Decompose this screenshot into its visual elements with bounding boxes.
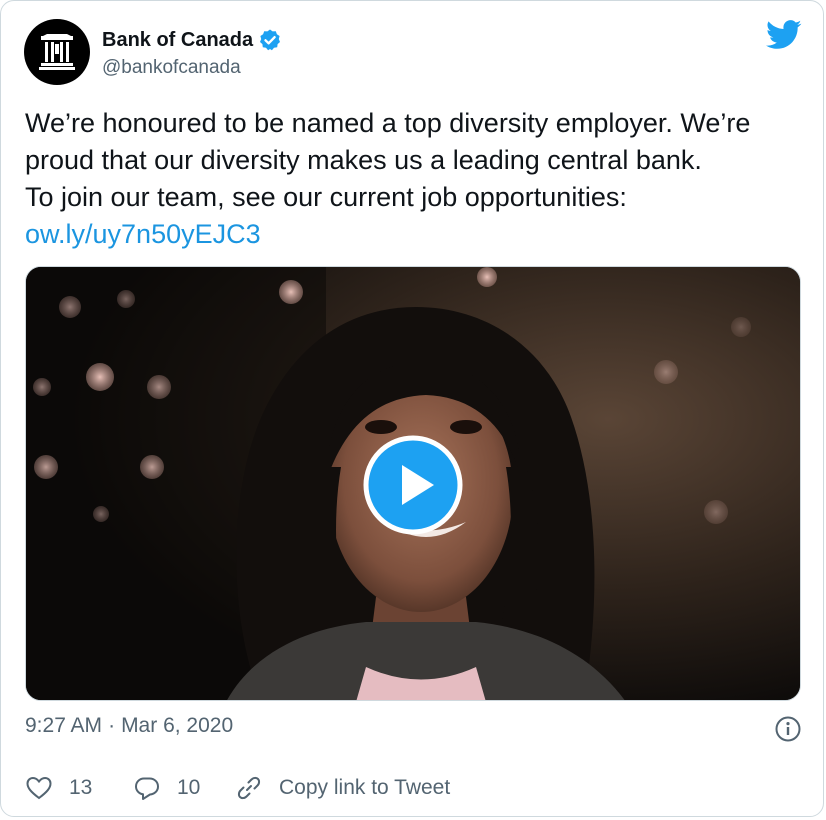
account-name[interactable]: Bank of Canada xyxy=(102,29,253,52)
tweet-actions: 13 10 Copy link to Tweet xyxy=(25,774,450,802)
avatar[interactable] xyxy=(24,19,90,85)
tweet-card: Bank of Canada @bankofcanada We’re honou… xyxy=(0,0,824,817)
video-thumbnail[interactable] xyxy=(25,266,801,701)
tweet-time[interactable]: 9:27 AM xyxy=(25,714,102,738)
play-icon[interactable] xyxy=(363,435,463,535)
copy-link-button[interactable]: Copy link to Tweet xyxy=(235,774,450,802)
link-icon xyxy=(237,776,261,800)
copy-link-label: Copy link to Tweet xyxy=(279,776,451,799)
account-name-row[interactable]: Bank of Canada xyxy=(102,28,282,52)
info-icon[interactable] xyxy=(774,715,802,743)
reply-count: 10 xyxy=(177,776,201,799)
account-handle[interactable]: @bankofcanada xyxy=(102,57,241,79)
bank-logo-icon xyxy=(39,34,75,70)
tweet-text-line: proud that our diversity makes us a lead… xyxy=(25,145,702,175)
tweet-timestamp[interactable]: 9:27 AM · Mar 6, 2020 xyxy=(25,714,233,738)
tweet-text-line: To join our team, see our current job op… xyxy=(25,182,627,212)
verified-badge-icon xyxy=(260,29,281,51)
heart-icon xyxy=(26,776,52,800)
tweet-text-line: We’re honoured to be named a top diversi… xyxy=(25,108,751,138)
meta-separator: · xyxy=(108,714,116,737)
twitter-bird-icon[interactable] xyxy=(766,20,802,50)
reply-button[interactable]: 10 xyxy=(133,774,223,802)
reply-icon xyxy=(135,777,159,800)
like-button[interactable]: 13 xyxy=(25,774,105,802)
like-count: 13 xyxy=(69,776,93,799)
tweet-text: We’re honoured to be named a top diversi… xyxy=(25,105,805,253)
tweet-link[interactable]: ow.ly/uy7n50yEJC3 xyxy=(25,216,805,253)
tweet-date[interactable]: Mar 6, 2020 xyxy=(121,714,233,738)
